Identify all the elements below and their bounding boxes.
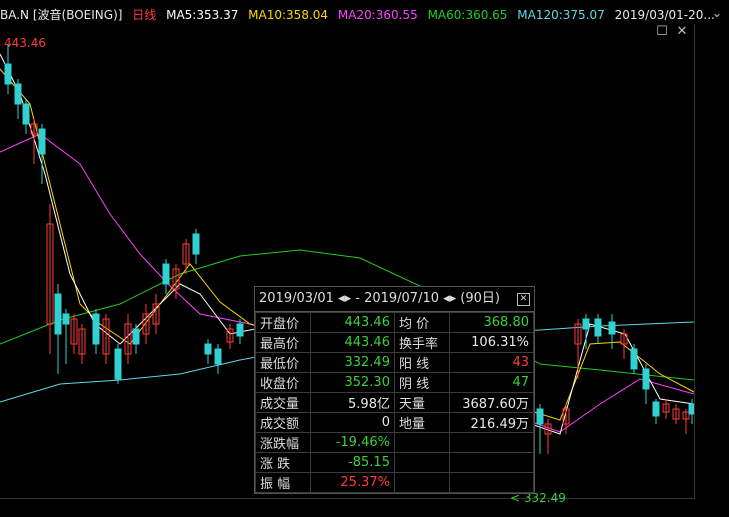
stat-key: 最高价 <box>254 332 312 353</box>
candle-body <box>22 103 30 125</box>
stat-key: 振 幅 <box>254 472 312 493</box>
indicator-legend: BA.N [波音(BOEING)] 日线 MA5:353.37 MA10:358… <box>0 6 729 24</box>
stats-row: 成交量 5.98亿 天量 3687.60万 <box>254 392 534 413</box>
tooltip-title: 2019/03/01 ◂▸ - 2019/07/10 ◂▸ (90日) <box>259 291 500 306</box>
top-partial-bar <box>0 0 729 5</box>
stats-row: 振 幅 25.37% <box>254 472 534 493</box>
stat-key: 开盘价 <box>254 312 312 333</box>
stats-row: 最高价 443.46 换手率 106.31% <box>254 332 534 353</box>
stats-row: 涨跌幅 -19.46% <box>254 432 534 453</box>
stat-value: 43 <box>449 352 534 373</box>
symbol-label[interactable]: BA.N [波音(BOEING)] <box>0 8 122 22</box>
stat-value: 443.46 <box>310 312 395 333</box>
stats-row: 开盘价 443.46 均 价 368.80 <box>254 312 534 333</box>
candle-body <box>192 233 200 255</box>
stat-key <box>393 472 451 493</box>
collapse-icon[interactable]: ⌄ <box>711 7 723 20</box>
candle-body <box>14 83 22 105</box>
high-price-marker: 443.46 <box>4 36 46 50</box>
ma20-label: MA20:360.55 <box>337 8 418 22</box>
candle-body <box>4 63 12 85</box>
stats-row: 收盘价 352.30 阴 线 47 <box>254 372 534 393</box>
close-icon[interactable]: ✕ <box>676 25 688 38</box>
stat-key: 成交额 <box>254 412 312 433</box>
stat-key: 地量 <box>393 412 451 433</box>
stat-value <box>449 452 534 473</box>
date-range-label: 2019/03/01-20... <box>614 8 715 22</box>
ma5-label: MA5:353.37 <box>166 8 239 22</box>
ma10-label: MA10:358.04 <box>248 8 329 22</box>
candle-body <box>642 368 650 390</box>
stat-value: 3687.60万 <box>449 392 534 413</box>
stats-table: 开盘价 443.46 均 价 368.80 最高价 443.46 换手率 106.31% 最低价… <box>254 312 534 493</box>
stat-value: 368.80 <box>449 312 534 333</box>
stat-key: 收盘价 <box>254 372 312 393</box>
stats-row: 最低价 332.49 阳 线 43 <box>254 352 534 373</box>
stat-value: -19.46% <box>310 432 395 453</box>
candle-body <box>608 321 616 335</box>
candle-body <box>132 328 140 345</box>
stat-key: 成交量 <box>254 392 312 413</box>
candle-body <box>162 263 170 285</box>
candle-body <box>630 348 638 370</box>
candle-body <box>54 293 62 335</box>
period-label[interactable]: 日线 <box>132 8 156 22</box>
tooltip-header: 2019/03/01 ◂▸ - 2019/07/10 ◂▸ (90日) ✕ <box>255 287 534 312</box>
stat-value <box>449 472 534 493</box>
ma120-label: MA120:375.07 <box>517 8 605 22</box>
stat-value: 25.37% <box>310 472 395 493</box>
candle-body <box>688 403 696 415</box>
stat-key: 涨跌幅 <box>254 432 312 453</box>
stat-key: 天量 <box>393 392 451 413</box>
ma60-label: MA60:360.65 <box>427 8 508 22</box>
stat-key: 均 价 <box>393 312 451 333</box>
candle-body <box>92 313 100 345</box>
range-stats-tooltip: 2019/03/01 ◂▸ - 2019/07/10 ◂▸ (90日) ✕ 开盘… <box>254 286 535 494</box>
stat-key: 阳 线 <box>393 352 451 373</box>
candle-body <box>62 313 70 325</box>
stat-key: 阴 线 <box>393 372 451 393</box>
stats-row: 成交额 0 地量 216.49万 <box>254 412 534 433</box>
candle-body <box>236 323 244 337</box>
stat-value: 216.49万 <box>449 412 534 433</box>
stat-key: 最低价 <box>254 352 312 373</box>
stat-key <box>393 452 451 473</box>
candle-body <box>536 408 544 425</box>
candle-body <box>652 401 660 417</box>
maximize-icon[interactable]: ☐ <box>656 25 668 38</box>
candle-body <box>582 318 590 330</box>
stat-key: 涨 跌 <box>254 452 312 473</box>
stat-value: 352.30 <box>310 372 395 393</box>
candle-body <box>114 348 122 380</box>
stat-key: 换手率 <box>393 332 451 353</box>
candle-body <box>204 343 212 355</box>
stat-value: 0 <box>310 412 395 433</box>
stat-value: 47 <box>449 372 534 393</box>
candle-body <box>214 348 222 365</box>
tooltip-close-icon[interactable]: ✕ <box>517 293 530 306</box>
stat-value: 332.49 <box>310 352 395 373</box>
stat-value: -85.15 <box>310 452 395 473</box>
stat-value <box>449 432 534 453</box>
candle-body <box>594 318 602 337</box>
stats-row: 涨 跌 -85.15 <box>254 452 534 473</box>
stat-key <box>393 432 451 453</box>
stat-value: 106.31% <box>449 332 534 353</box>
stat-value: 5.98亿 <box>310 392 395 413</box>
candle-body <box>38 128 46 155</box>
stat-value: 443.46 <box>310 332 395 353</box>
